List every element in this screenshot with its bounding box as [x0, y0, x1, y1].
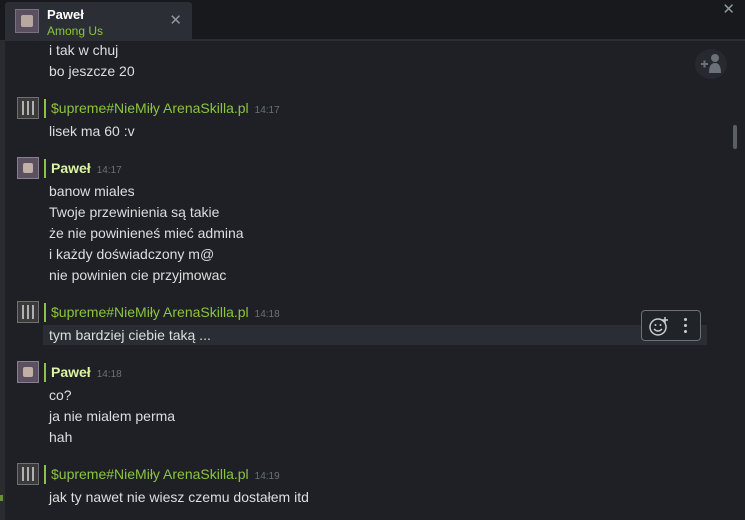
avatar[interactable]: [17, 463, 39, 485]
status-separator: [44, 159, 46, 178]
message-line: i tak w chuj: [49, 42, 119, 58]
more-options-icon[interactable]: [680, 316, 690, 336]
message-line: tym bardziej ciebie taką ...: [49, 327, 211, 343]
tab-friend-game: Among Us: [47, 24, 104, 38]
timestamp: 14:19: [254, 471, 280, 482]
status-separator: [44, 99, 46, 118]
message-line: hah: [49, 429, 73, 445]
sender-name[interactable]: Paweł 14:17: [51, 160, 122, 176]
add-friend-icon: [701, 54, 721, 73]
message-line: lisek ma 60 :v: [49, 123, 135, 139]
status-separator: [44, 465, 46, 484]
status-separator: [44, 363, 46, 382]
message-line: Twoje przewinienia są takie: [49, 204, 220, 220]
window-close-icon[interactable]: ✕: [722, 0, 735, 18]
avatar[interactable]: [17, 301, 39, 323]
message-line: że nie powinieneś mieć admina: [49, 225, 244, 241]
message-line: ja nie mialem perma: [49, 408, 176, 424]
chat-tab-bar: Paweł Among Us ✕ ✕: [0, 0, 745, 40]
avatar[interactable]: [17, 97, 39, 119]
close-icon[interactable]: ✕: [169, 11, 182, 29]
message-actions: [641, 310, 701, 341]
status-dot: [0, 495, 3, 501]
message-line: nie powinien cie przyjmowac: [49, 267, 227, 283]
sender-name[interactable]: $upreme#NieMiły ArenaSkilla.pl 14:17: [51, 100, 280, 116]
timestamp: 14:18: [254, 309, 280, 320]
message-line: jak ty nawet nie wiesz czemu dostałem it…: [49, 489, 309, 505]
message-line: bo jeszcze 20: [49, 63, 135, 79]
message-line: banow miales: [49, 183, 135, 199]
message-line: i każdy doświadczony m@: [49, 246, 215, 262]
add-reaction-icon[interactable]: [648, 315, 670, 337]
message-line: co?: [49, 387, 72, 403]
timestamp: 14:17: [96, 165, 122, 176]
chat-scrollbar[interactable]: [733, 125, 737, 149]
status-separator: [44, 303, 46, 322]
avatar: [15, 9, 39, 33]
avatar[interactable]: [17, 361, 39, 383]
avatar[interactable]: [17, 157, 39, 179]
timestamp: 14:18: [96, 369, 122, 380]
sender-name[interactable]: $upreme#NieMiły ArenaSkilla.pl 14:19: [51, 466, 280, 482]
sender-name[interactable]: $upreme#NieMiły ArenaSkilla.pl 14:18: [51, 304, 280, 320]
add-friend-button[interactable]: [695, 49, 727, 79]
sender-name[interactable]: Paweł 14:18: [51, 364, 122, 380]
timestamp: 14:17: [254, 105, 280, 116]
chat-history: i tak w chuj bo jeszcze 20 $upreme#NieMi…: [5, 41, 745, 520]
tab-friend-name: Paweł: [47, 7, 84, 22]
chat-tab-pawel[interactable]: Paweł Among Us ✕: [5, 2, 192, 40]
